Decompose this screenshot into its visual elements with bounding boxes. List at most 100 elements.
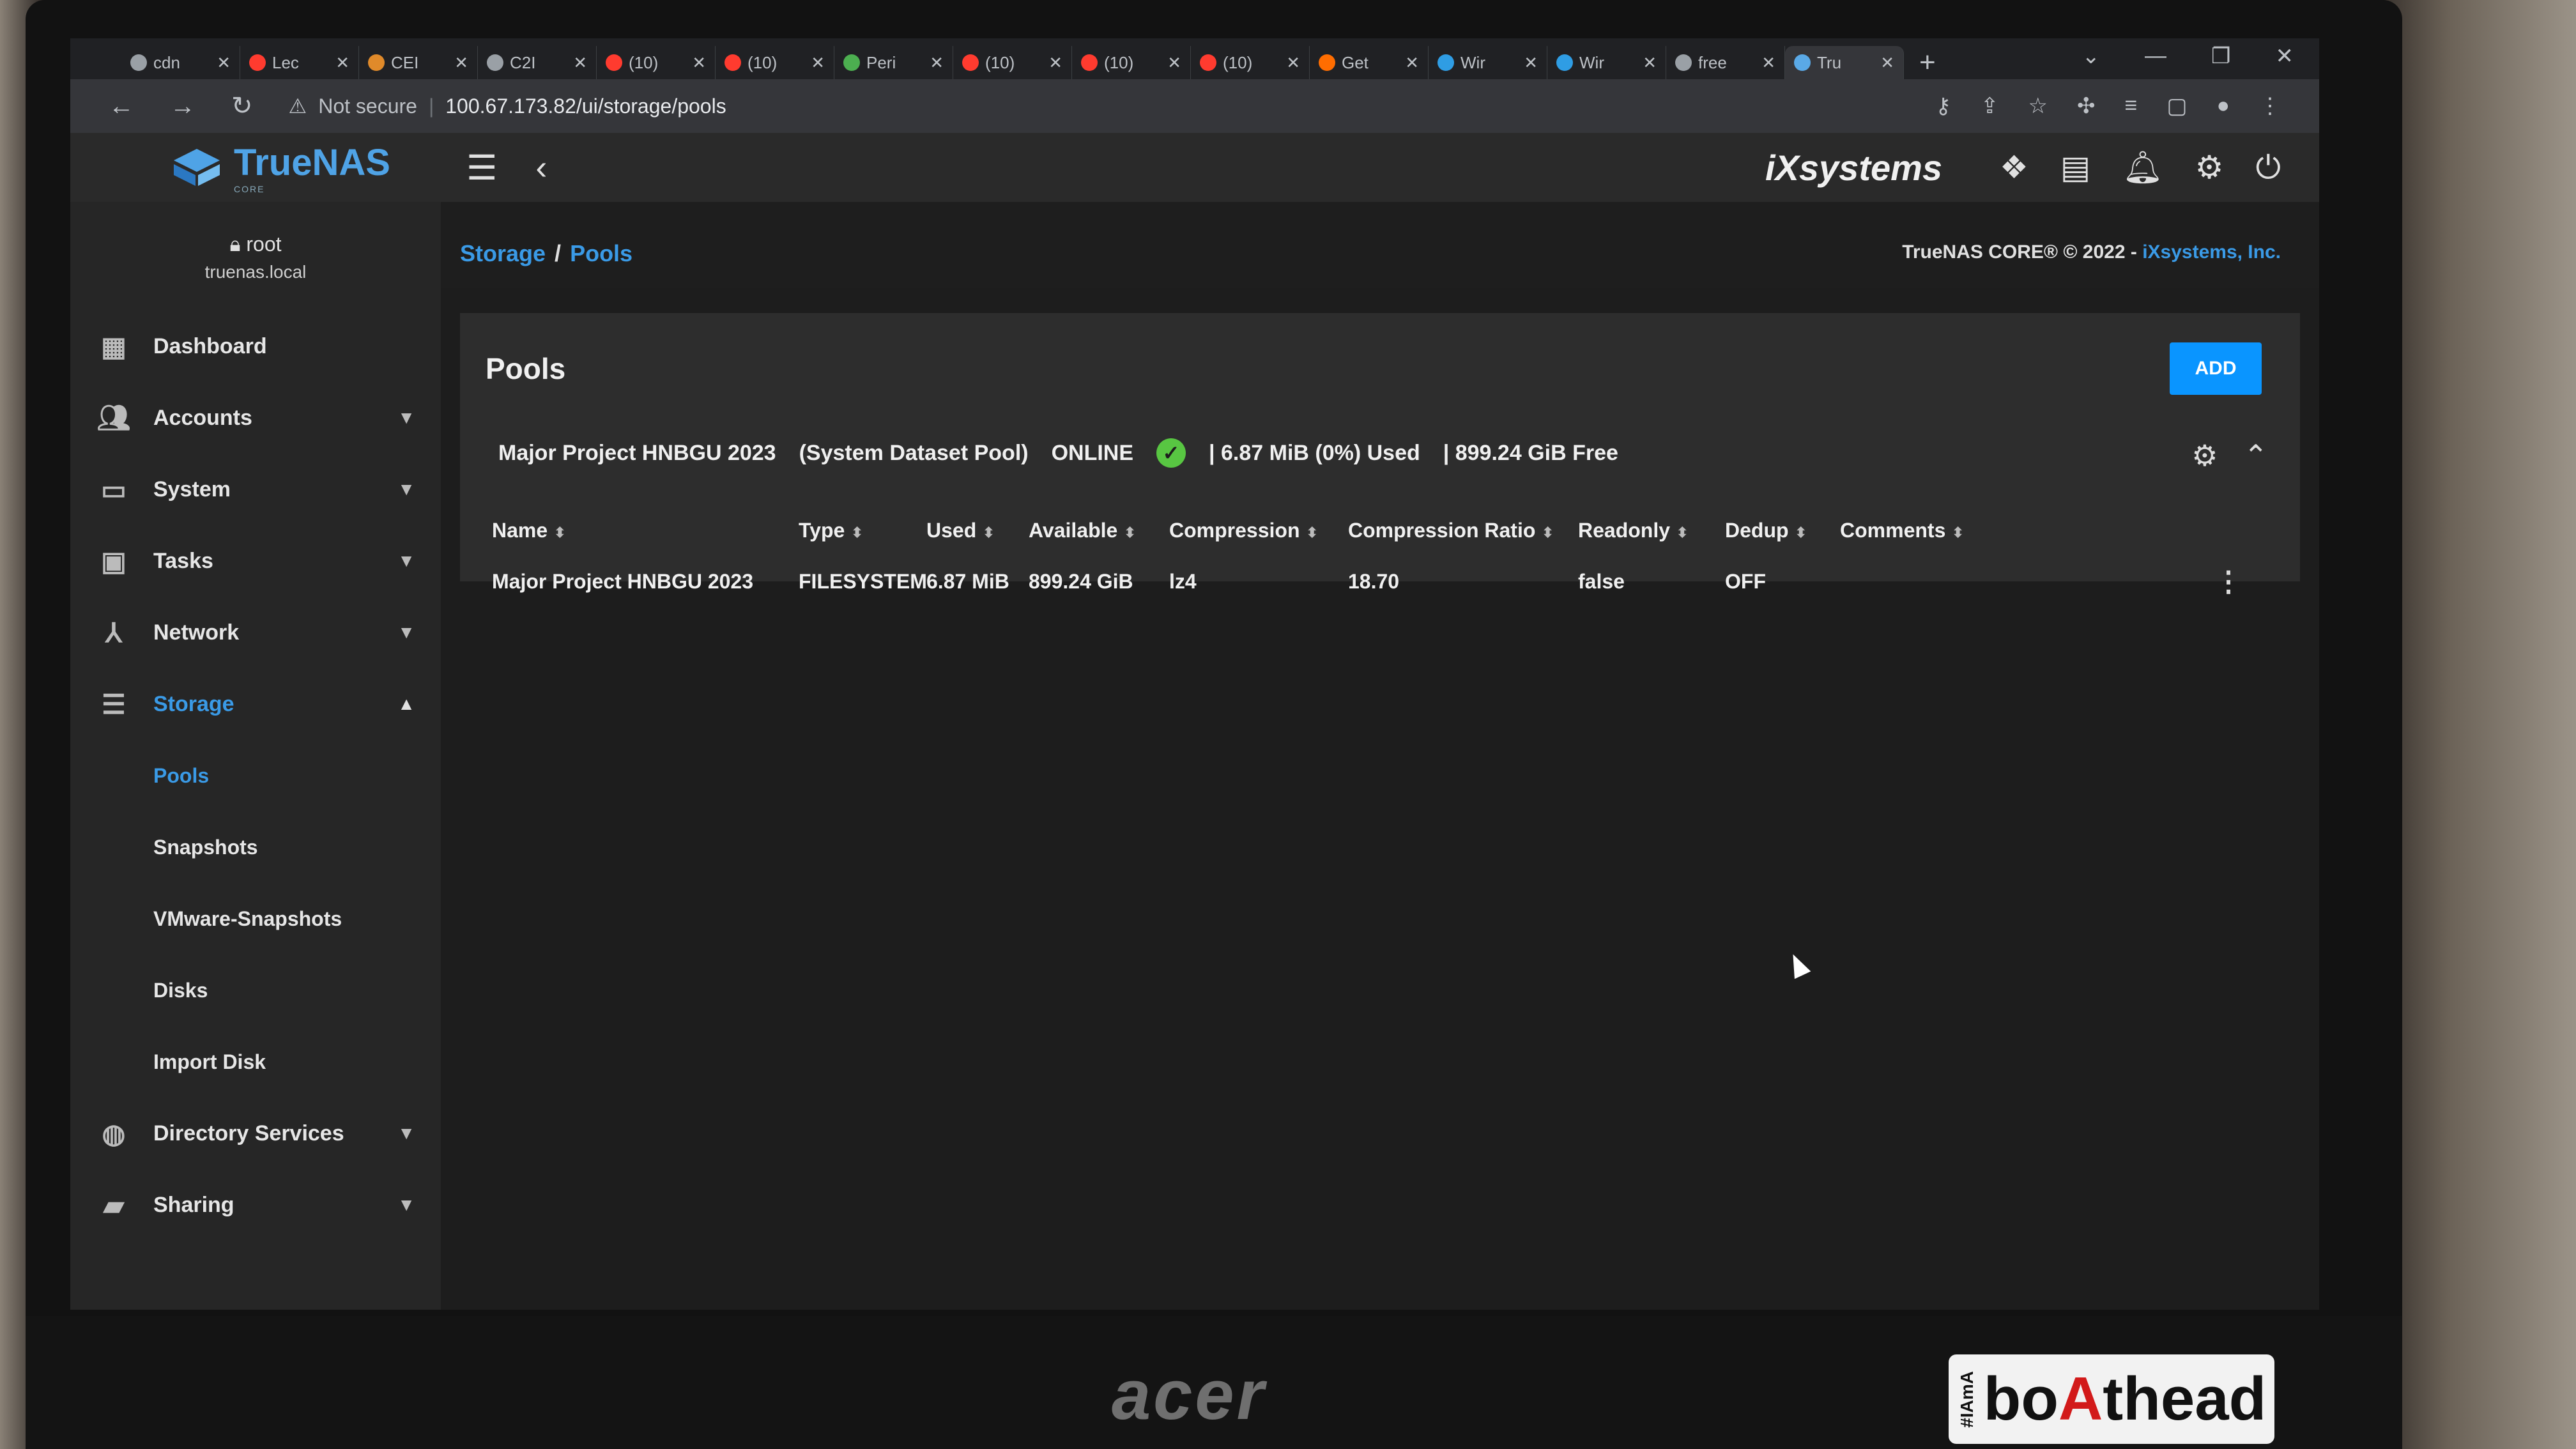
forward-icon[interactable]: →	[170, 92, 195, 121]
column-header-available[interactable]: Available ⬍	[1029, 519, 1136, 542]
tab-close-icon[interactable]: ✕	[573, 53, 587, 73]
minimize-icon[interactable]: —	[2145, 43, 2166, 69]
sidebar-item-accounts[interactable]: 👥︎ Accounts ▼	[70, 382, 441, 454]
side-panel-icon[interactable]: ▢	[2166, 93, 2187, 119]
back-icon[interactable]: ←	[109, 92, 134, 121]
new-tab-icon[interactable]: +	[1904, 46, 1951, 79]
tab-close-icon[interactable]: ✕	[1048, 53, 1062, 73]
hostname: truenas.local	[204, 262, 307, 282]
sort-icon: ⬍	[1676, 524, 1689, 540]
truenas-logo[interactable]: TrueNAS CORE	[70, 141, 428, 194]
tab-close-icon[interactable]: ✕	[1405, 53, 1419, 73]
sidebar-subitem-snapshots[interactable]: Snapshots	[70, 811, 441, 883]
column-header-readonly[interactable]: Readonly ⬍	[1578, 519, 1688, 542]
tab-close-icon[interactable]: ✕	[1167, 53, 1181, 73]
browser-tab[interactable]: (10) ✕	[597, 46, 716, 79]
tab-search-icon[interactable]: ⌄	[2082, 43, 2101, 69]
sidebar-item-tasks[interactable]: ▣ Tasks ▼	[70, 525, 441, 597]
hamburger-menu-icon[interactable]: ☰	[466, 148, 497, 188]
extensions-icon[interactable]: ✣	[2077, 93, 2096, 119]
power-icon[interactable]: ⏻	[2255, 149, 2281, 187]
tab-close-icon[interactable]: ✕	[335, 53, 349, 73]
column-label: Available	[1029, 518, 1118, 542]
reload-icon[interactable]: ↻	[231, 91, 253, 121]
breadcrumb-storage[interactable]: Storage	[460, 240, 546, 266]
ixsystems-link[interactable]: iXsystems, Inc.	[2142, 241, 2281, 263]
tab-close-icon[interactable]: ✕	[811, 53, 825, 73]
tab-label: free	[1698, 52, 1727, 72]
sidebar-subitem-import-disk[interactable]: Import Disk	[70, 1026, 441, 1098]
browser-tab[interactable]: (10) ✕	[716, 46, 834, 79]
tab-close-icon[interactable]: ✕	[1286, 53, 1300, 73]
tab-close-icon[interactable]: ✕	[1880, 53, 1894, 73]
collapse-sidebar-icon[interactable]: ‹	[535, 148, 547, 187]
column-header-name[interactable]: Name ⬍	[492, 519, 566, 542]
profile-avatar-icon[interactable]: ●	[2216, 93, 2230, 119]
collapse-chevron-up-icon[interactable]: ⌃	[2243, 438, 2268, 473]
address-bar: ← → ↻ ⚠ Not secure | 100.67.173.82/ui/st…	[70, 79, 2319, 133]
share-icon[interactable]: ⇪	[1981, 93, 1999, 119]
browser-tab[interactable]: CEI ✕	[359, 46, 478, 79]
tab-favicon-icon	[962, 54, 979, 71]
browser-tab[interactable]: Wir ✕	[1547, 46, 1666, 79]
pool-settings-gear-icon[interactable]: ⚙	[2191, 438, 2218, 473]
sidebar-subitem-vmware-snapshots[interactable]: VMware-Snapshots	[70, 883, 441, 954]
chevron-down-icon: ▼	[397, 479, 415, 499]
column-header-compression[interactable]: Compression ⬍	[1169, 519, 1318, 542]
tab-close-icon[interactable]: ✕	[217, 53, 231, 73]
column-header-compression-ratio[interactable]: Compression Ratio ⬍	[1348, 519, 1554, 542]
browser-tab[interactable]: Tru ✕	[1785, 46, 1904, 79]
table-row[interactable]: Major Project HNBGU 2023 FILESYSTEM 6.87…	[460, 556, 2300, 607]
task-manager-icon[interactable]: ▤	[2060, 149, 2090, 186]
column-header-type[interactable]: Type ⬍	[799, 519, 863, 542]
browser-tab[interactable]: free ✕	[1666, 46, 1785, 79]
settings-gear-icon[interactable]: ⚙	[2195, 149, 2224, 186]
key-icon[interactable]: ⚷	[1935, 93, 1951, 119]
breadcrumb-pools[interactable]: Pools	[570, 240, 632, 266]
truenas-logo-icon	[174, 149, 220, 186]
star-icon[interactable]: ☆	[2028, 93, 2048, 119]
tab-close-icon[interactable]: ✕	[692, 53, 706, 73]
pool-tools: ⚙ ⌃	[2191, 438, 2268, 473]
browser-tab[interactable]: C2I ✕	[478, 46, 597, 79]
tab-close-icon[interactable]: ✕	[1524, 53, 1538, 73]
add-pool-button[interactable]: ADD	[2170, 342, 2262, 395]
column-header-comments[interactable]: Comments ⬍	[1840, 519, 1964, 542]
column-header-used[interactable]: Used ⬍	[926, 519, 995, 542]
tab-close-icon[interactable]: ✕	[930, 53, 944, 73]
browser-menu-icon[interactable]: ⋮	[2259, 93, 2281, 119]
browser-tab[interactable]: (10) ✕	[1072, 46, 1191, 79]
reading-list-icon[interactable]: ≡	[2124, 93, 2137, 119]
app-header: TrueNAS CORE ☰ ‹ iXsystems ❖ ▤ 🔔︎ ⚙ ⏻	[70, 133, 2319, 202]
sidebar-item-system[interactable]: ▭ System ▼	[70, 454, 441, 525]
notifications-bell-icon[interactable]: 🔔︎	[2122, 149, 2163, 187]
sidebar-item-dashboard[interactable]: ▦ Dashboard	[70, 310, 441, 382]
browser-tab[interactable]: (10) ✕	[1191, 46, 1310, 79]
sidebar-subitem-disks[interactable]: Disks	[70, 954, 441, 1026]
restore-icon[interactable]: ❐	[2211, 43, 2230, 69]
calendar-icon: ▣	[101, 546, 126, 576]
sidebar-item-directory-services[interactable]: ◍ Directory Services ▼	[70, 1098, 441, 1169]
browser-tab[interactable]: Get ✕	[1310, 46, 1429, 79]
tab-close-icon[interactable]: ✕	[1643, 53, 1657, 73]
sidebar-subitem-pools[interactable]: Pools	[70, 740, 441, 811]
table-header: Name ⬍ Type ⬍ Used ⬍ Available ⬍ Compression…	[460, 505, 2300, 556]
browser-tab[interactable]: Peri ✕	[834, 46, 953, 79]
column-header-dedup[interactable]: Dedup ⬍	[1725, 519, 1807, 542]
browser-tab[interactable]: (10) ✕	[953, 46, 1072, 79]
sidebar-item-storage[interactable]: ☰ Storage ▲	[70, 668, 441, 740]
truecommand-icon[interactable]: ❖	[2000, 149, 2028, 186]
browser-tab[interactable]: Wir ✕	[1429, 46, 1547, 79]
ixsystems-logo[interactable]: iXsystems	[1765, 147, 1942, 188]
tab-close-icon[interactable]: ✕	[1761, 53, 1775, 73]
sidebar-item-label: Storage	[153, 691, 234, 716]
row-actions-menu-icon[interactable]: ⋮	[2214, 565, 2242, 598]
sidebar-item-sharing[interactable]: ▰ Sharing ▼	[70, 1169, 441, 1241]
sidebar-item-network[interactable]: ⅄ Network ▼	[70, 597, 441, 668]
browser-tab[interactable]: Lec ✕	[240, 46, 359, 79]
header-actions: iXsystems ❖ ▤ 🔔︎ ⚙ ⏻	[1765, 147, 2319, 188]
url-field[interactable]: ⚠ Not secure | 100.67.173.82/ui/storage/…	[289, 87, 1900, 125]
close-window-icon[interactable]: ✕	[2276, 43, 2294, 69]
tab-close-icon[interactable]: ✕	[454, 53, 468, 73]
browser-tab[interactable]: cdn ✕	[121, 46, 240, 79]
